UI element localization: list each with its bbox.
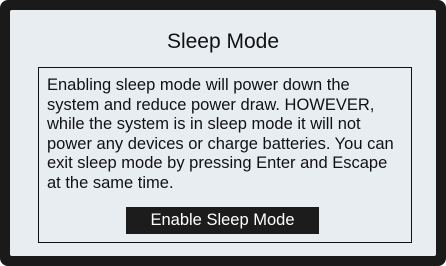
dialog-title: Sleep Mode bbox=[166, 30, 280, 53]
device-bezel: Sleep Mode Enabling sleep mode will powe… bbox=[0, 0, 446, 266]
enable-sleep-mode-button[interactable]: Enable Sleep Mode bbox=[126, 207, 319, 234]
sleep-mode-description: Enabling sleep mode will power down the … bbox=[47, 76, 394, 192]
sleep-mode-screen: Sleep Mode Enabling sleep mode will powe… bbox=[10, 10, 436, 256]
sleep-mode-info-box: Enabling sleep mode will power down the … bbox=[38, 67, 412, 243]
